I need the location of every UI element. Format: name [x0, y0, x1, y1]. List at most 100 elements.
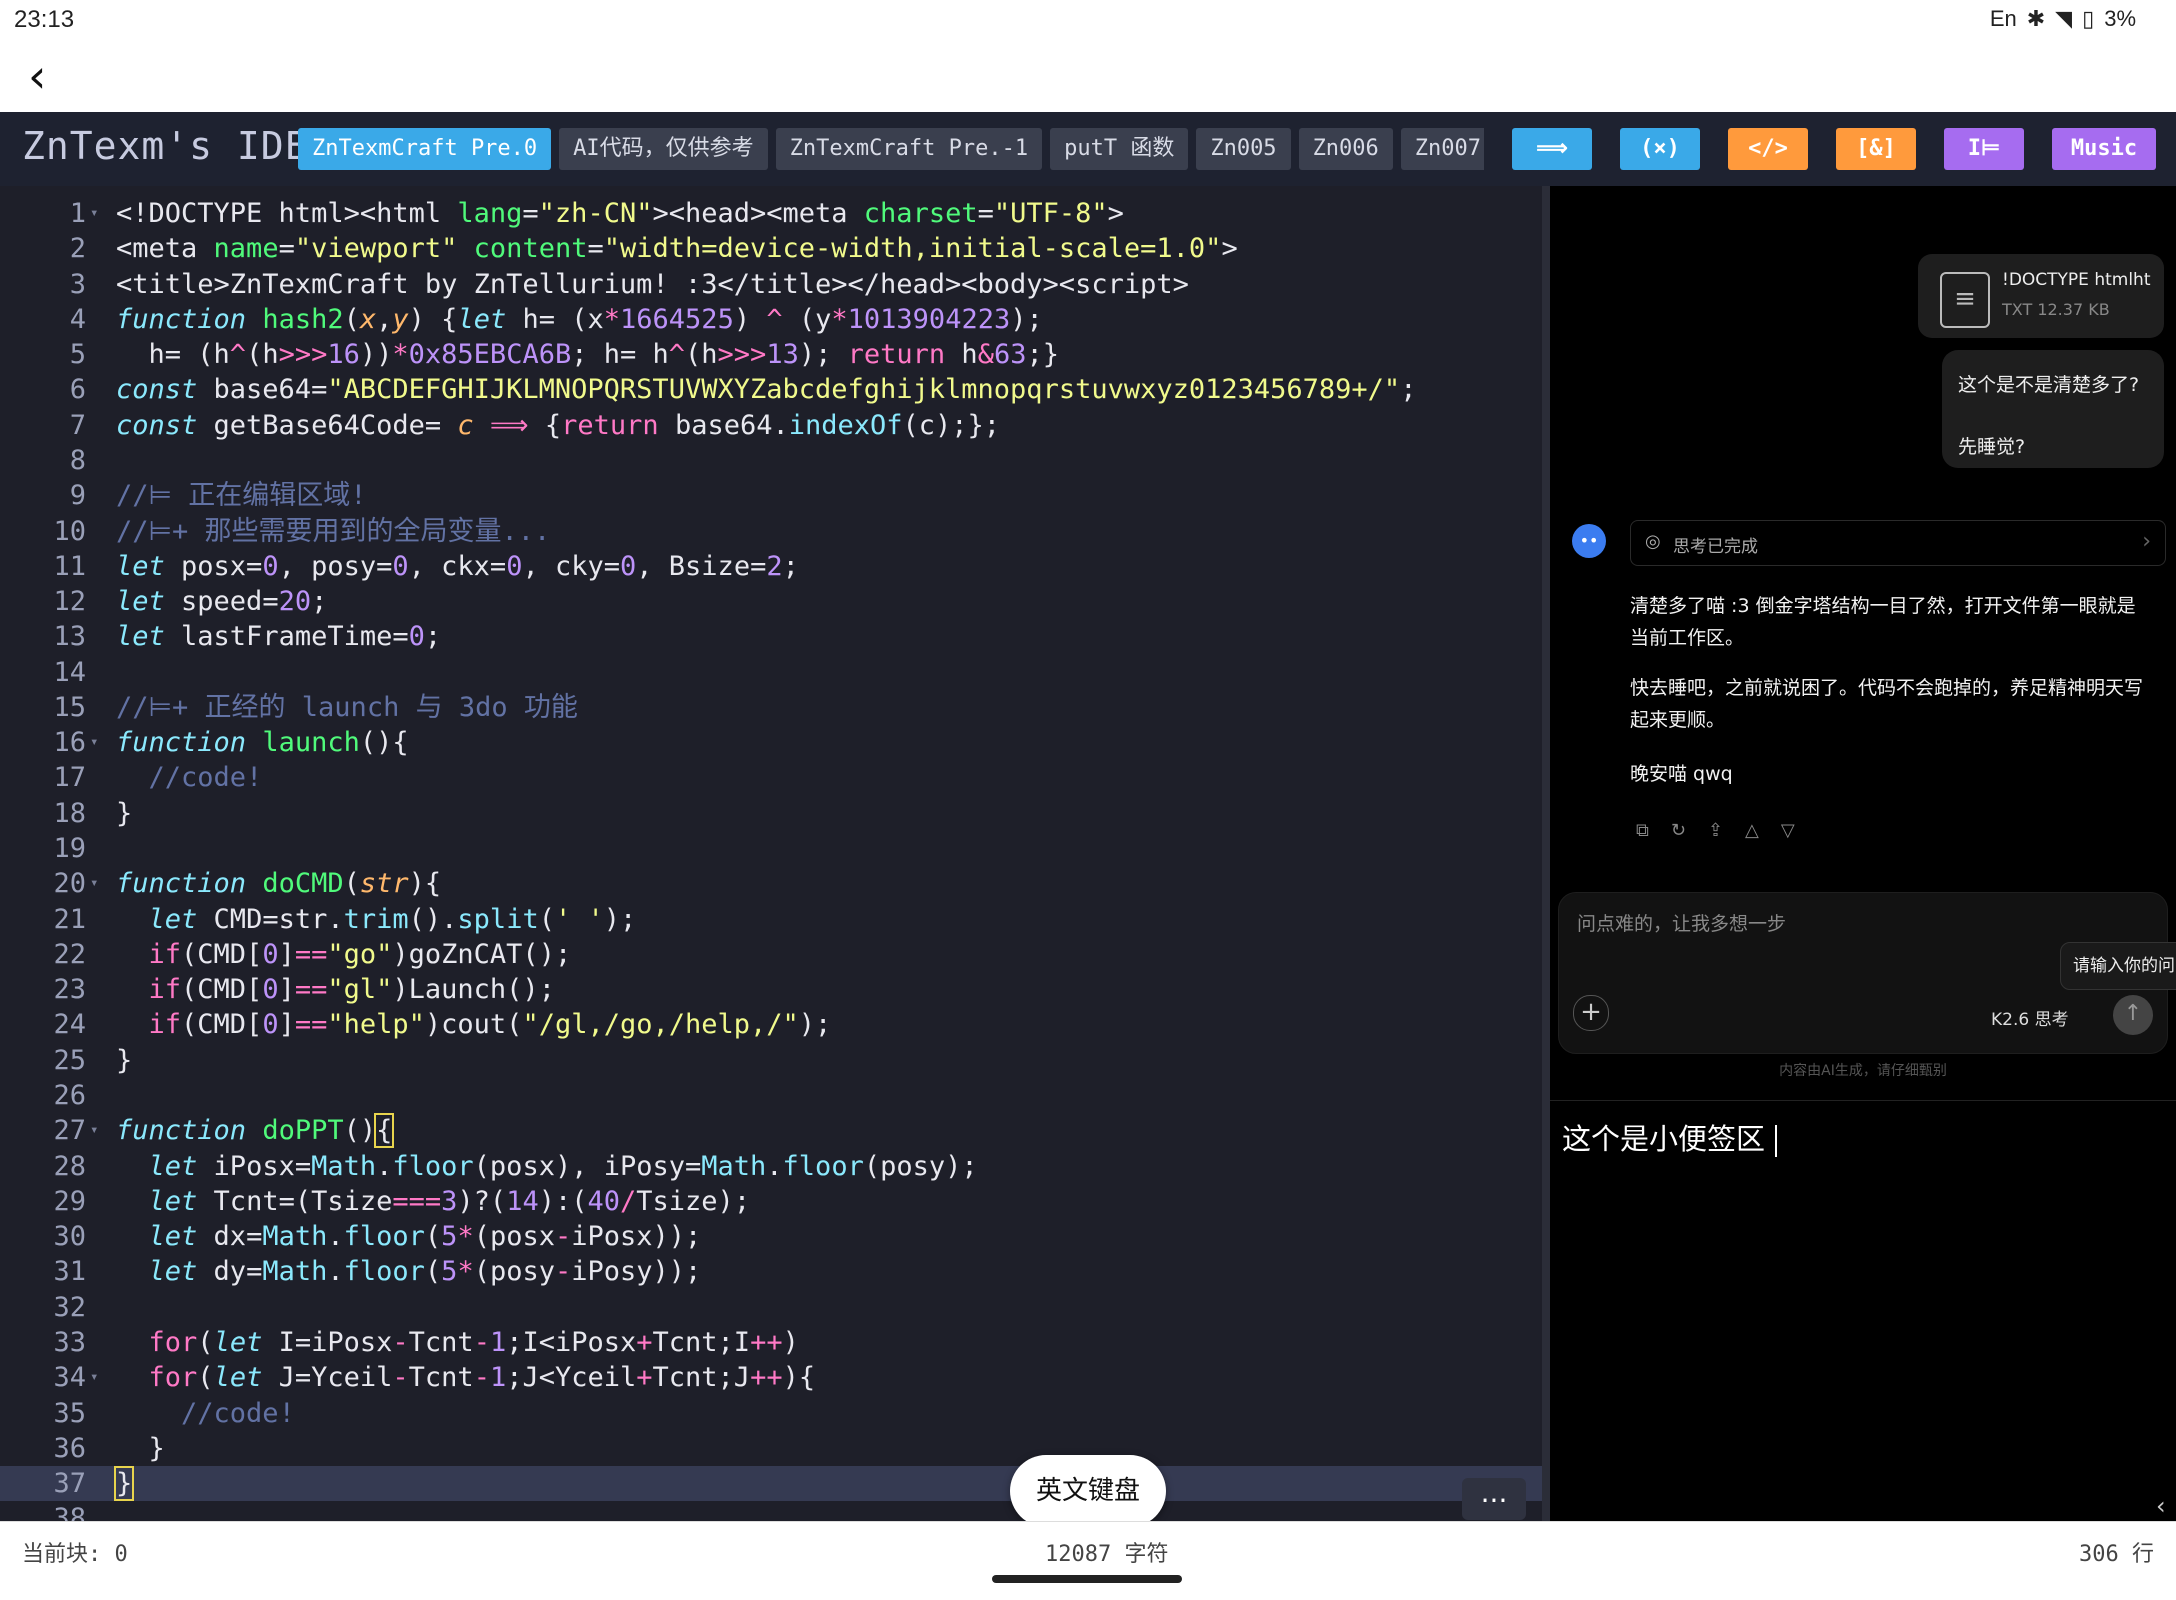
code-text[interactable]: let speed=20;: [116, 584, 327, 619]
home-indicator[interactable]: [992, 1575, 1182, 1583]
code-text[interactable]: let iPosx=Math.floor(posx), iPosy=Math.f…: [116, 1149, 978, 1184]
refresh-icon[interactable]: ↻: [1671, 820, 1686, 841]
fold-toggle-icon[interactable]: ▾: [90, 725, 98, 760]
code-text[interactable]: }: [116, 1043, 132, 1078]
code-text[interactable]: }: [113, 1466, 135, 1502]
code-text[interactable]: let Tcnt=(Tsize===3)?(14):(40/Tsize);: [116, 1184, 751, 1219]
fold-toggle-icon[interactable]: ▾: [90, 1360, 98, 1395]
code-text[interactable]: const base64="ABCDEFGHIJKLMNOPQRSTUVWXYZ…: [116, 372, 1416, 407]
code-text[interactable]: if(CMD[0]=="go")goZnCAT();: [116, 937, 572, 972]
collapse-panel-icon[interactable]: ‹: [2156, 1492, 2166, 1520]
code-text[interactable]: let dy=Math.floor(5*(posy-iPosy));: [116, 1254, 702, 1289]
tab-5[interactable]: Zn006: [1298, 128, 1393, 170]
code-text[interactable]: for(let J=Yceil-Tcnt-1;J<Yceil+Tcnt;J++)…: [116, 1360, 816, 1395]
more-button[interactable]: ...: [1462, 1478, 1526, 1520]
code-line[interactable]: 33 for(let I=iPosx-Tcnt-1;I<iPosx+Tcnt;I…: [0, 1325, 1542, 1360]
thinking-status[interactable]: ◎ 思考已完成 ›: [1630, 520, 2166, 566]
code-line[interactable]: 35 //code!: [0, 1396, 1542, 1431]
fold-toggle-icon[interactable]: ▾: [90, 1113, 98, 1148]
code-line[interactable]: 5 h= (h^(h>>>16))*0x85EBCA6B; h= h^(h>>>…: [0, 337, 1542, 372]
fold-toggle-icon[interactable]: ▾: [90, 196, 98, 231]
code-text[interactable]: const getBase64Code= c ⟹ {return base64.…: [116, 408, 1000, 443]
code-text[interactable]: <title>ZnTexmCraft by ZnTellurium! :3</t…: [116, 267, 1189, 302]
chat-input-placeholder[interactable]: 问点难的，让我多想一步: [1577, 909, 1786, 936]
code-text[interactable]: //⊨+ 正经的 launch 与 3do 功能: [116, 690, 578, 725]
code-text[interactable]: //⊨+ 那些需要用到的全局变量...: [116, 514, 550, 549]
code-line[interactable]: 28 let iPosx=Math.floor(posx), iPosy=Mat…: [0, 1149, 1542, 1184]
thumbs-up-icon[interactable]: △: [1745, 820, 1759, 841]
reference-button[interactable]: [&]: [1836, 128, 1916, 170]
code-line[interactable]: 4 function hash2(x,y) {let h= (x*1664525)…: [0, 302, 1542, 337]
tab-0[interactable]: ZnTexmCraft Pre.0: [298, 128, 552, 170]
code-text[interactable]: if(CMD[0]=="gl")Launch();: [116, 972, 555, 1007]
code-line[interactable]: 21 let CMD=str.trim().split(' ');: [0, 902, 1542, 937]
code-line[interactable]: 13 let lastFrameTime=0;: [0, 619, 1542, 654]
tab-3[interactable]: putT 函数: [1050, 128, 1189, 170]
code-line[interactable]: 10 //⊨+ 那些需要用到的全局变量...: [0, 514, 1542, 549]
tab-1[interactable]: AI代码，仅供参考: [559, 128, 768, 170]
code-line[interactable]: 37}: [0, 1466, 1542, 1502]
code-text[interactable]: let CMD=str.trim().split(' ');: [116, 902, 637, 937]
code-line[interactable]: 16 ▾ function launch(){: [0, 725, 1542, 760]
code-text[interactable]: //code!: [116, 760, 263, 795]
code-text[interactable]: //code!: [116, 1396, 295, 1431]
code-text[interactable]: if(CMD[0]=="help")cout("/gl,/go,/help,/"…: [116, 1007, 832, 1042]
variable-button[interactable]: (×): [1620, 128, 1700, 170]
code-line[interactable]: 31 let dy=Math.floor(5*(posy-iPosy));: [0, 1254, 1542, 1289]
code-text[interactable]: function doCMD(str){: [116, 866, 441, 901]
tab-2[interactable]: ZnTexmCraft Pre.-1: [775, 128, 1043, 170]
copy-icon[interactable]: ⧉: [1636, 820, 1649, 841]
code-line[interactable]: 36 }: [0, 1431, 1542, 1466]
code-text[interactable]: }: [116, 1431, 165, 1466]
code-tag-button[interactable]: </>: [1728, 128, 1808, 170]
code-text[interactable]: <meta name="viewport" content="width=dev…: [116, 231, 1238, 266]
tab-4[interactable]: Zn005: [1196, 128, 1291, 170]
music-button[interactable]: Music: [2052, 128, 2156, 170]
code-line[interactable]: 38: [0, 1501, 1542, 1521]
code-text[interactable]: }: [116, 796, 132, 831]
model-selector[interactable]: K2.6 思考: [1991, 1005, 2069, 1030]
thumbs-down-icon[interactable]: ▽: [1781, 820, 1795, 841]
code-line[interactable]: 32: [0, 1290, 1542, 1325]
english-keyboard-button[interactable]: 英文键盘: [1010, 1455, 1166, 1527]
model-button[interactable]: I⊨: [1944, 128, 2024, 170]
code-editor[interactable]: 1 ▾ <!DOCTYPE html><html lang="zh-CN"><hea…: [0, 186, 1542, 1521]
code-text[interactable]: function hash2(x,y) {let h= (x*1664525) …: [116, 302, 1043, 337]
code-text[interactable]: let lastFrameTime=0;: [116, 619, 441, 654]
code-line[interactable]: 29 let Tcnt=(Tsize===3)?(14):(40/Tsize);: [0, 1184, 1542, 1219]
code-line[interactable]: 2 <meta name="viewport" content="width=de…: [0, 231, 1542, 266]
code-line[interactable]: 15 //⊨+ 正经的 launch 与 3do 功能: [0, 690, 1542, 725]
code-text[interactable]: for(let I=iPosx-Tcnt-1;I<iPosx+Tcnt;I++): [116, 1325, 799, 1360]
code-text[interactable]: function launch(){: [116, 725, 409, 760]
code-line[interactable]: 8: [0, 443, 1542, 478]
code-line[interactable]: 27 ▾ function doPPT(){: [0, 1113, 1542, 1149]
code-line[interactable]: 18}: [0, 796, 1542, 831]
code-line[interactable]: 9 //⊨ 正在编辑区域!: [0, 478, 1542, 513]
code-text[interactable]: <!DOCTYPE html><html lang="zh-CN"><head>…: [116, 196, 1124, 231]
editor-scrollbar[interactable]: [1542, 186, 1550, 1521]
code-text[interactable]: let posx=0, posy=0, ckx=0, cky=0, Bsize=…: [116, 549, 799, 584]
notepad-text[interactable]: 这个是小便签区: [1562, 1122, 1765, 1156]
code-line[interactable]: 23 if(CMD[0]=="gl")Launch();: [0, 972, 1542, 1007]
code-line[interactable]: 26: [0, 1078, 1542, 1113]
code-line[interactable]: 1 ▾ <!DOCTYPE html><html lang="zh-CN"><hea…: [0, 196, 1542, 231]
fold-toggle-icon[interactable]: ▾: [90, 866, 98, 901]
code-text[interactable]: let dx=Math.floor(5*(posx-iPosx));: [116, 1219, 702, 1254]
code-line[interactable]: 11 let posx=0, posy=0, ckx=0, cky=0, Bsiz…: [0, 549, 1542, 584]
code-line[interactable]: 7 const getBase64Code= c ⟹ {return base64…: [0, 408, 1542, 443]
code-line[interactable]: 19: [0, 831, 1542, 866]
code-line[interactable]: 24 if(CMD[0]=="help")cout("/gl,/go,/help…: [0, 1007, 1542, 1042]
code-line[interactable]: 30 let dx=Math.floor(5*(posx-iPosx));: [0, 1219, 1542, 1254]
code-line[interactable]: 17 //code!: [0, 760, 1542, 795]
code-line[interactable]: 14: [0, 655, 1542, 690]
notepad-area[interactable]: 这个是小便签区: [1562, 1116, 1778, 1158]
code-line[interactable]: 20 ▾ function doCMD(str){: [0, 866, 1542, 901]
back-icon[interactable]: ‹: [28, 53, 76, 102]
add-icon[interactable]: +: [1573, 995, 1609, 1031]
send-icon[interactable]: ↑: [2113, 995, 2153, 1035]
code-text[interactable]: function doPPT(){: [116, 1113, 395, 1149]
file-attachment[interactable]: ≡ !DOCTYPE htmlht... TXT 12.37 KB: [1918, 254, 2164, 338]
arrow-button[interactable]: ⟹: [1512, 128, 1592, 170]
code-line[interactable]: 22 if(CMD[0]=="go")goZnCAT();: [0, 937, 1542, 972]
code-line[interactable]: 25}: [0, 1043, 1542, 1078]
